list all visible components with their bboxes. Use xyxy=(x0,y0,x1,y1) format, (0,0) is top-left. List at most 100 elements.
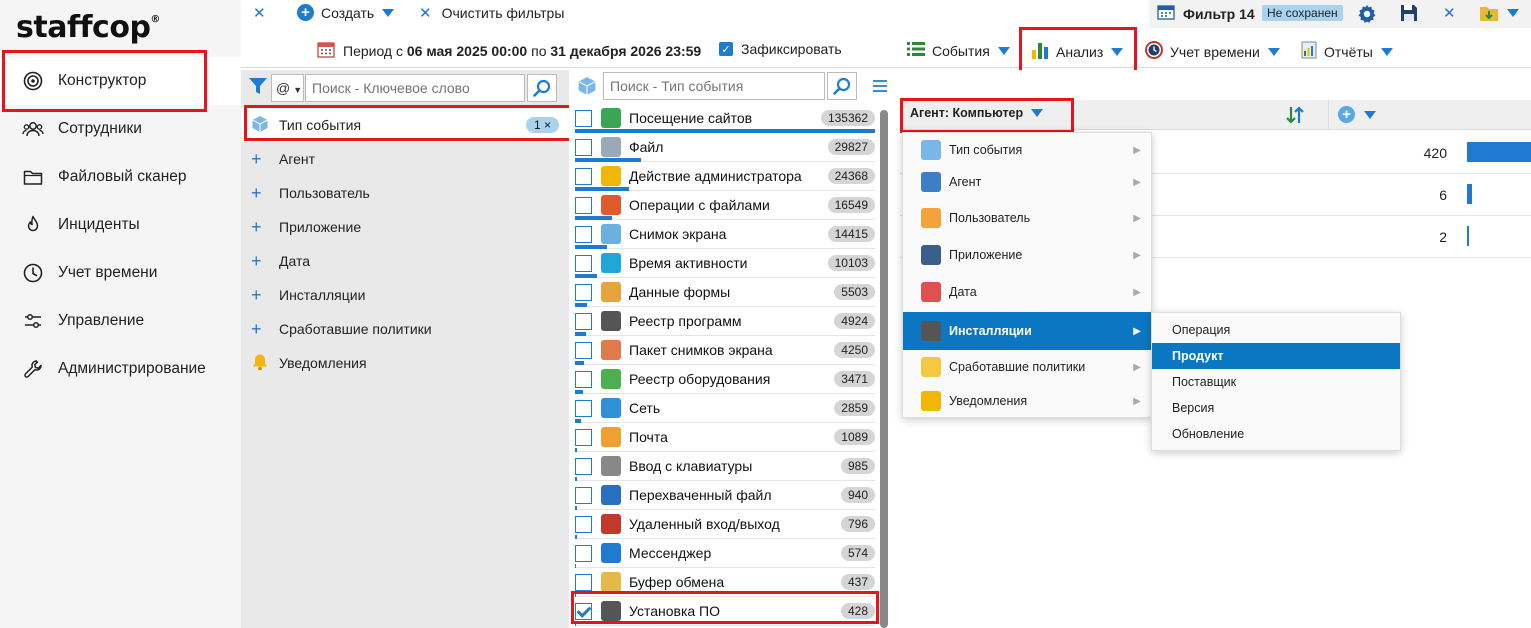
event-checkbox[interactable] xyxy=(575,312,592,330)
close-filter-icon[interactable]: ✕ xyxy=(1443,4,1456,22)
context-menu-item[interactable]: Дата ▶ xyxy=(903,275,1151,309)
event-checkbox[interactable] xyxy=(575,457,592,475)
event-checkbox[interactable] xyxy=(575,254,592,272)
event-checkbox[interactable] xyxy=(575,486,592,504)
sidebar-item-incidents[interactable]: Инциденты xyxy=(0,201,241,249)
add-grouping-button[interactable]: + xyxy=(1338,106,1376,123)
brand-logo[interactable]: staffcop® xyxy=(16,10,160,45)
event-type-row[interactable]: Данные формы 5503 xyxy=(575,278,875,307)
event-type-row[interactable]: Почта 1089 xyxy=(575,423,875,452)
event-checkbox[interactable] xyxy=(575,428,592,446)
filter-item-notifications[interactable]: Уведомления xyxy=(241,346,569,380)
event-type-row[interactable]: Пакет снимков экрана 4250 xyxy=(575,336,875,365)
filter-item-application[interactable]: + Приложение xyxy=(241,210,569,244)
event-checkbox[interactable] xyxy=(575,138,592,156)
filter-item-event-type[interactable]: Тип события 1 × xyxy=(241,108,569,142)
value-bar xyxy=(1467,226,1469,246)
event-checkbox[interactable] xyxy=(575,370,592,388)
event-type-row[interactable]: Перехваченный файл 940 xyxy=(575,481,875,510)
sidebar-item-management[interactable]: Управление xyxy=(0,297,241,345)
event-checkbox[interactable] xyxy=(575,399,592,417)
top-toolbar: ✕ + Создать ✕ Очистить фильтры Фильтр 14… xyxy=(241,0,1531,28)
group-header: Агент: Компьютер + xyxy=(900,100,1531,130)
fix-period-checkbox[interactable]: ✓ Зафиксировать xyxy=(719,41,842,57)
event-type-icon xyxy=(601,369,621,389)
event-checkbox[interactable] xyxy=(575,109,592,127)
events-menu-button[interactable]: События xyxy=(907,41,1010,60)
sidebar-item-time-tracking[interactable]: Учет времени xyxy=(0,249,241,297)
event-type-row[interactable]: Сеть 2859 xyxy=(575,394,875,423)
event-checkbox[interactable] xyxy=(575,602,592,620)
sidebar-item-administration[interactable]: Администрирование xyxy=(0,345,241,393)
submenu-item[interactable]: Обновление xyxy=(1152,421,1400,447)
event-type-label: Действие администратора xyxy=(629,168,802,184)
event-checkbox[interactable] xyxy=(575,225,592,243)
settings-gear-icon[interactable] xyxy=(1357,4,1377,24)
event-checkbox[interactable] xyxy=(575,573,592,591)
context-menu-item[interactable]: Пользователь ▶ xyxy=(903,201,1151,235)
event-type-row[interactable]: Файл 29827 xyxy=(575,133,875,162)
event-checkbox[interactable] xyxy=(575,341,592,359)
filter-item-user[interactable]: + Пользователь xyxy=(241,176,569,210)
export-folder-icon[interactable] xyxy=(1479,3,1519,23)
event-checkbox[interactable] xyxy=(575,515,592,533)
at-selector[interactable]: @ ▼ xyxy=(271,74,304,102)
close-tab-icon[interactable]: ✕ xyxy=(253,4,266,22)
context-menu-item[interactable]: Инсталляции ▶ xyxy=(903,312,1151,350)
event-type-search-input[interactable] xyxy=(603,72,825,100)
context-menu-item[interactable]: Агент ▶ xyxy=(903,166,1151,198)
sort-icon[interactable] xyxy=(1286,105,1304,128)
sidebar-item-constructor[interactable]: Конструктор xyxy=(0,57,241,105)
analysis-menu-button[interactable]: Анализ xyxy=(1031,41,1124,62)
hamburger-menu-icon[interactable] xyxy=(871,78,889,97)
group-by-selector[interactable]: Агент: Компьютер xyxy=(910,106,1044,120)
context-menu-item[interactable]: Уведомления ▶ xyxy=(903,385,1151,417)
submenu-item[interactable]: Продукт xyxy=(1152,343,1400,369)
clear-filters-button[interactable]: ✕ Очистить фильтры xyxy=(419,4,564,22)
submenu-item[interactable]: Версия xyxy=(1152,395,1400,421)
event-checkbox[interactable] xyxy=(575,196,592,214)
event-type-row[interactable]: Реестр программ 4924 xyxy=(575,307,875,336)
event-type-row[interactable]: Установка ПО 428 xyxy=(575,597,875,626)
sidebar: staffcop® Конструктор Сотрудники Файловы… xyxy=(0,0,241,628)
event-checkbox[interactable] xyxy=(575,544,592,562)
event-type-row[interactable]: Буфер обмена 437 xyxy=(575,568,875,597)
event-search-button[interactable] xyxy=(827,72,857,100)
filter-tab[interactable]: Фильтр 14 xyxy=(1157,4,1255,23)
filter-funnel-icon[interactable] xyxy=(248,76,268,99)
keyword-search-input[interactable] xyxy=(305,74,525,102)
save-icon[interactable] xyxy=(1399,3,1419,23)
context-menu-item[interactable]: Тип события ▶ xyxy=(903,137,1151,163)
filter-item-date[interactable]: + Дата xyxy=(241,244,569,278)
submenu-item-label: Обновление xyxy=(1172,427,1245,441)
menu-item-label: Приложение xyxy=(949,248,1023,262)
event-checkbox[interactable] xyxy=(575,167,592,185)
time-tracking-menu-button[interactable]: Учет времени xyxy=(1145,41,1280,62)
filter-count-badge[interactable]: 1 × xyxy=(525,117,559,133)
event-type-row[interactable]: Посещение сайтов 135362 xyxy=(575,104,875,133)
event-list-scrollbar[interactable] xyxy=(880,110,888,628)
event-type-row[interactable]: Мессенджер 574 xyxy=(575,539,875,568)
sidebar-item-employees[interactable]: Сотрудники xyxy=(0,105,241,153)
event-type-row[interactable]: Ввод с клавиатуры 985 xyxy=(575,452,875,481)
event-type-row[interactable]: Время активности 10103 xyxy=(575,249,875,278)
search-button[interactable] xyxy=(527,74,557,102)
context-menu-item[interactable]: Приложение ▶ xyxy=(903,238,1151,272)
filter-item-agent[interactable]: + Агент xyxy=(241,142,569,176)
event-type-row[interactable]: Действие администратора 24368 xyxy=(575,162,875,191)
event-type-row[interactable]: Реестр оборудования 3471 xyxy=(575,365,875,394)
filter-item-installations[interactable]: + Инсталляции xyxy=(241,278,569,312)
event-type-row[interactable]: Снимок экрана 14415 xyxy=(575,220,875,249)
submenu-item[interactable]: Поставщик xyxy=(1152,369,1400,395)
filter-item-policies[interactable]: + Сработавшие политики xyxy=(241,312,569,346)
sidebar-item-file-scanner[interactable]: Файловый сканер xyxy=(0,153,241,201)
chevron-down-icon xyxy=(1380,47,1393,56)
context-menu-item[interactable]: Сработавшие политики ▶ xyxy=(903,351,1151,383)
event-checkbox[interactable] xyxy=(575,283,592,301)
event-type-row[interactable]: Операции с файлами 16549 xyxy=(575,191,875,220)
create-button[interactable]: + Создать xyxy=(297,4,395,21)
period-selector[interactable]: Период с 06 мая 2025 00:00 по 31 декабря… xyxy=(317,41,701,61)
event-type-row[interactable]: Удаленный вход/выход 796 xyxy=(575,510,875,539)
reports-menu-button[interactable]: Отчёты xyxy=(1301,41,1393,62)
submenu-item[interactable]: Операция xyxy=(1152,317,1400,343)
